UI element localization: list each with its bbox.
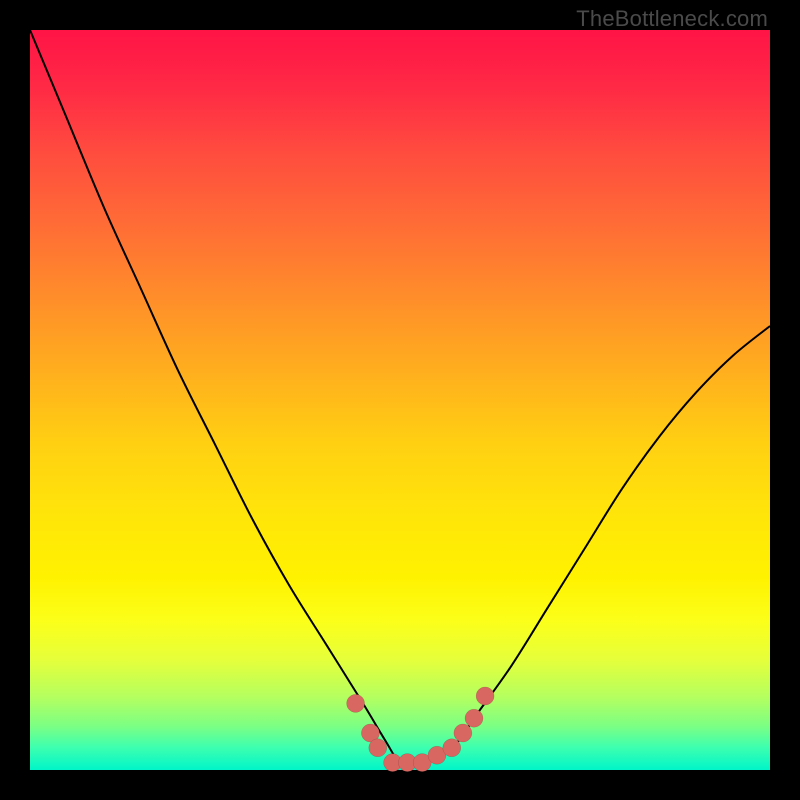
marker-point [454,724,472,742]
marker-point [443,739,461,757]
watermark-text: TheBottleneck.com [576,6,768,32]
marker-point [476,687,494,705]
marker-point [347,694,365,712]
curve-svg [30,30,770,770]
marker-point [369,739,387,757]
chart-frame: TheBottleneck.com [0,0,800,800]
bottleneck-curve [30,30,770,765]
plot-area [30,30,770,770]
marker-point [465,709,483,727]
minimum-markers [347,687,495,772]
